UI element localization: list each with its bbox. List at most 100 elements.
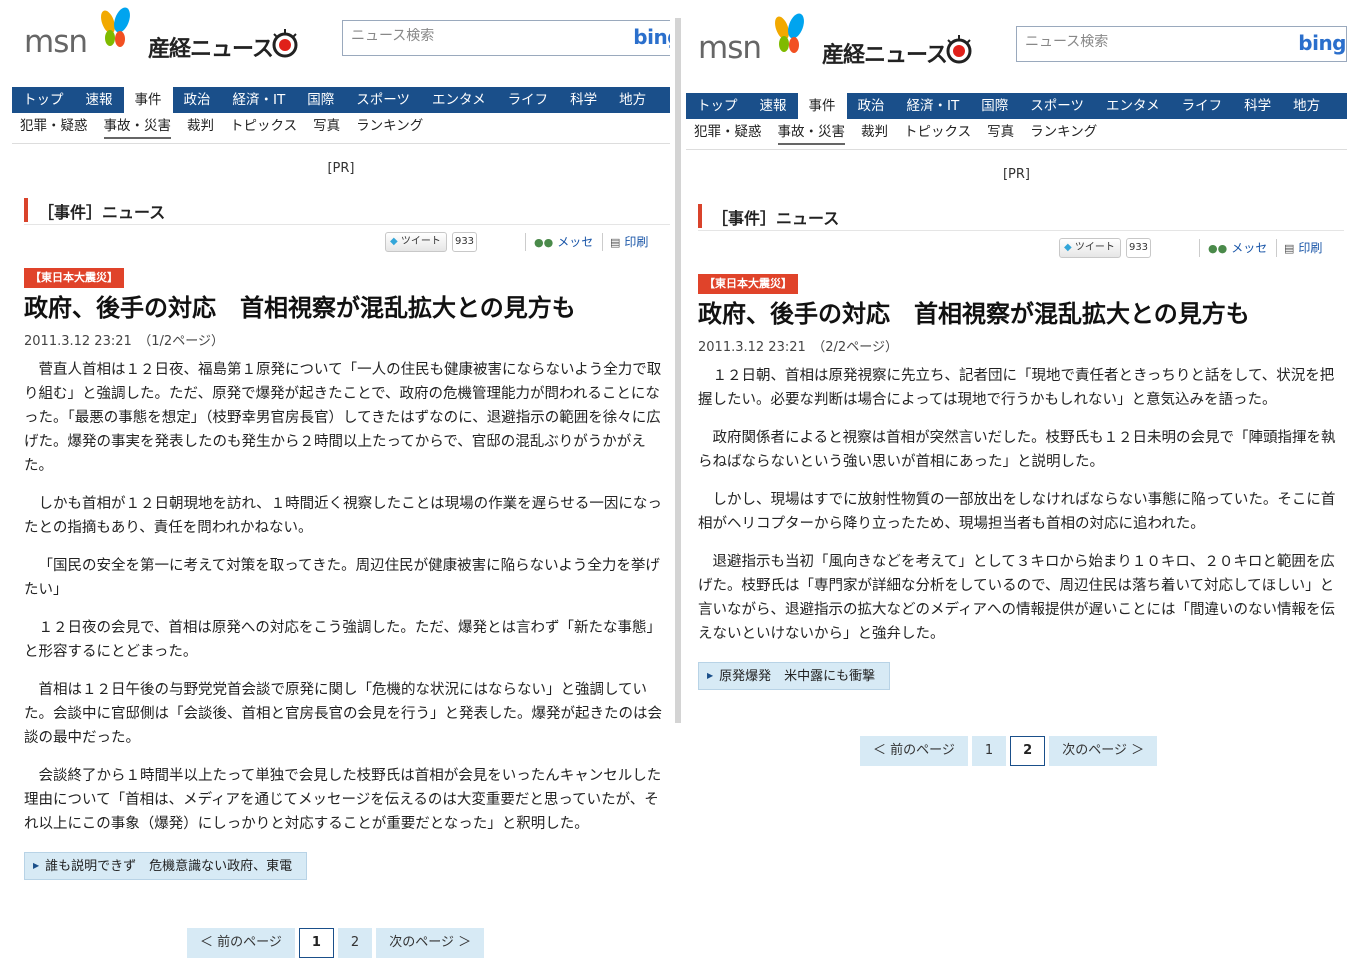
main-nav: トップ 速報 事件 政治 経済・IT 国際 スポーツ エンタメ ライフ 科学 地方 [686, 93, 1347, 119]
page-2-button[interactable]: 2 [1010, 736, 1046, 766]
nav-item-breaking[interactable]: 速報 [749, 93, 798, 119]
print-label: 印刷 [624, 235, 649, 249]
subnav-item-topics[interactable]: トピックス [230, 114, 297, 139]
pagination: ＜ 前のページ 1 2 次のページ ＞ [187, 928, 488, 960]
nav-item-economy-it[interactable]: 経済・IT [222, 87, 297, 113]
tweet-button[interactable]: ◆ ツイート [385, 232, 447, 252]
prev-page-button[interactable]: ＜ 前のページ [187, 928, 295, 958]
nav-item-economy-it[interactable]: 経済・IT [896, 93, 971, 119]
divider [1199, 239, 1200, 257]
article-paragraph: １２日朝、首相は原発視察に先立ち、記者団に「現地で責任者ときっちりと話をして、状… [698, 368, 1335, 408]
subnav-item-ranking[interactable]: ランキング [356, 114, 423, 139]
search-input[interactable] [351, 28, 601, 44]
site-header: msn 産経ニュース bing [686, 6, 1347, 91]
subnav-item-crime[interactable]: 犯罪・疑惑 [20, 114, 88, 139]
messenger-link[interactable]: ●● メッセ [1208, 239, 1267, 256]
section-heading: ［事件］ニュース [24, 195, 670, 225]
triangle-right-icon: ▶ [707, 671, 714, 680]
nav-item-politics[interactable]: 政治 [173, 87, 222, 113]
nav-item-top[interactable]: トップ [12, 87, 75, 113]
messenger-label: メッセ [1231, 241, 1268, 255]
section-heading: ［事件］ニュース [698, 201, 1344, 231]
article-headline: 政府、後手の対応 首相視察が混乱拡大との見方も [698, 300, 1250, 328]
subnav-item-topics[interactable]: トピックス [904, 120, 971, 145]
section-title: ［事件］ニュース [38, 203, 166, 222]
nav-item-life[interactable]: ライフ [497, 87, 560, 113]
subnav-item-ranking[interactable]: ランキング [1030, 120, 1097, 145]
article-paragraph: １２日夜の会見で、首相は原発への対応をこう強調した。ただ、爆発とは言わず「新たな… [24, 620, 661, 660]
article-date: 2011.3.12 23:21 （2/2ページ） [698, 336, 898, 355]
nav-item-science[interactable]: 科学 [559, 87, 608, 113]
site-header: msn 産経ニュース bing [12, 0, 670, 85]
article-body: １２日朝、首相は原発視察に先立ち、記者団に「現地で責任者ときっちりと話をして、状… [698, 364, 1344, 690]
ad-label[interactable]: [PR] [686, 167, 1347, 182]
next-page-button[interactable]: 次のページ ＞ [1049, 736, 1158, 766]
ad-label[interactable]: [PR] [12, 161, 670, 176]
nav-item-entertainment[interactable]: エンタメ [421, 87, 497, 113]
related-article-label: 誰も説明できず 危機意識ない政府、東電 [45, 859, 293, 874]
nav-item-breaking[interactable]: 速報 [75, 87, 124, 113]
bing-search-button[interactable]: bing [1298, 31, 1346, 55]
twitter-bird-icon: ◆ [390, 236, 398, 247]
tweet-label: ツイート [1074, 242, 1115, 253]
share-tools: ◆ ツイート 933 ●● メッセ ▤ 印刷 [12, 231, 670, 255]
tweet-count: 933 [452, 232, 477, 252]
subnav-item-disasters[interactable]: 事故・災害 [103, 114, 171, 139]
related-article-link[interactable]: ▶ 誰も説明できず 危機意識ない政府、東電 [24, 852, 308, 880]
nav-item-science[interactable]: 科学 [1233, 93, 1282, 119]
nav-item-regional[interactable]: 地方 [1282, 93, 1331, 119]
related-article-link[interactable]: ▶ 原発爆発 米中露にも衝撃 [698, 662, 891, 690]
window-splitter[interactable] [675, 18, 681, 723]
nav-item-politics[interactable]: 政治 [847, 93, 896, 119]
article-paragraph: 会談終了から１時間半以上たって単独で会見した枝野氏は首相が会見をいったんキャンセ… [24, 768, 662, 832]
msn-butterfly-icon [775, 13, 804, 53]
messenger-label: メッセ [557, 235, 594, 249]
subnav-item-trials[interactable]: 裁判 [187, 114, 214, 139]
page-1-button[interactable]: 1 [971, 736, 1007, 766]
nav-item-sports[interactable]: スポーツ [1019, 93, 1095, 119]
print-link[interactable]: ▤ 印刷 [1284, 239, 1322, 256]
site-logo[interactable]: msn 産経ニュース [24, 6, 314, 66]
page-1-button[interactable]: 1 [298, 928, 334, 958]
nav-item-international[interactable]: 国際 [970, 93, 1019, 119]
nav-item-life[interactable]: ライフ [1171, 93, 1234, 119]
tweet-button[interactable]: ◆ ツイート [1059, 238, 1121, 258]
subnav-item-photos[interactable]: 写真 [313, 114, 340, 139]
subnav-item-crime[interactable]: 犯罪・疑惑 [694, 120, 762, 145]
article-paragraph: しかも首相が１２日朝現地を訪れ、１時間近く視察したことは現場の作業を遅らせる一因… [24, 496, 662, 536]
article-paragraph: 政府関係者によると視察は首相が突然言いだした。枝野氏も１２日未明の会見で「陣頭指… [698, 430, 1336, 470]
article-headline: 政府、後手の対応 首相視察が混乱拡大との見方も [24, 294, 576, 322]
subnav-item-photos[interactable]: 写真 [987, 120, 1014, 145]
related-article-label: 原発爆発 米中露にも衝撃 [719, 669, 876, 684]
page-2-button[interactable]: 2 [337, 928, 373, 958]
article-pane-page2: msn 産経ニュース bing トップ速報事件政治経済・IT国際スポーツエンタメ… [686, 6, 1347, 968]
divider [602, 233, 603, 251]
divider [1276, 239, 1277, 257]
nav-item-regional[interactable]: 地方 [608, 87, 657, 113]
nav-item-incidents[interactable]: 事件 [797, 93, 847, 119]
pagination: ＜ 前のページ 1 2 次のページ ＞ [860, 736, 1161, 768]
next-page-button[interactable]: 次のページ ＞ [376, 928, 485, 958]
article-pane-page1: msn 産経ニュース bing トップ速報事件政治経済・IT国際スポーツエンタメ… [12, 0, 670, 968]
printer-icon: ▤ [1284, 242, 1295, 255]
triangle-right-icon: ▶ [33, 861, 40, 870]
search-input[interactable] [1025, 34, 1275, 50]
bing-search-button[interactable]: bing [633, 25, 670, 49]
nav-item-incidents[interactable]: 事件 [123, 87, 173, 113]
topic-badge[interactable]: 【東日本大震災】 [24, 268, 124, 288]
prev-page-button[interactable]: ＜ 前のページ [860, 736, 968, 766]
sub-nav: 犯罪・疑惑 事故・災害 裁判 トピックス 写真 ランキング [686, 120, 1347, 150]
topic-badge[interactable]: 【東日本大震災】 [698, 274, 798, 294]
subnav-item-trials[interactable]: 裁判 [861, 120, 888, 145]
subnav-item-disasters[interactable]: 事故・災害 [777, 120, 845, 145]
site-logo[interactable]: msn 産経ニュース [698, 12, 988, 72]
nav-item-sports[interactable]: スポーツ [345, 87, 421, 113]
nav-item-entertainment[interactable]: エンタメ [1095, 93, 1171, 119]
nav-item-top[interactable]: トップ [686, 93, 749, 119]
article-paragraph: 首相は１２日午後の与野党党首会談で原発に関し「危機的な状況にはならない」と強調し… [24, 682, 662, 746]
print-link[interactable]: ▤ 印刷 [610, 233, 648, 250]
nav-item-international[interactable]: 国際 [296, 87, 345, 113]
search-box: bing [1016, 26, 1347, 62]
messenger-link[interactable]: ●● メッセ [534, 233, 593, 250]
sankei-sun-icon [272, 29, 298, 58]
